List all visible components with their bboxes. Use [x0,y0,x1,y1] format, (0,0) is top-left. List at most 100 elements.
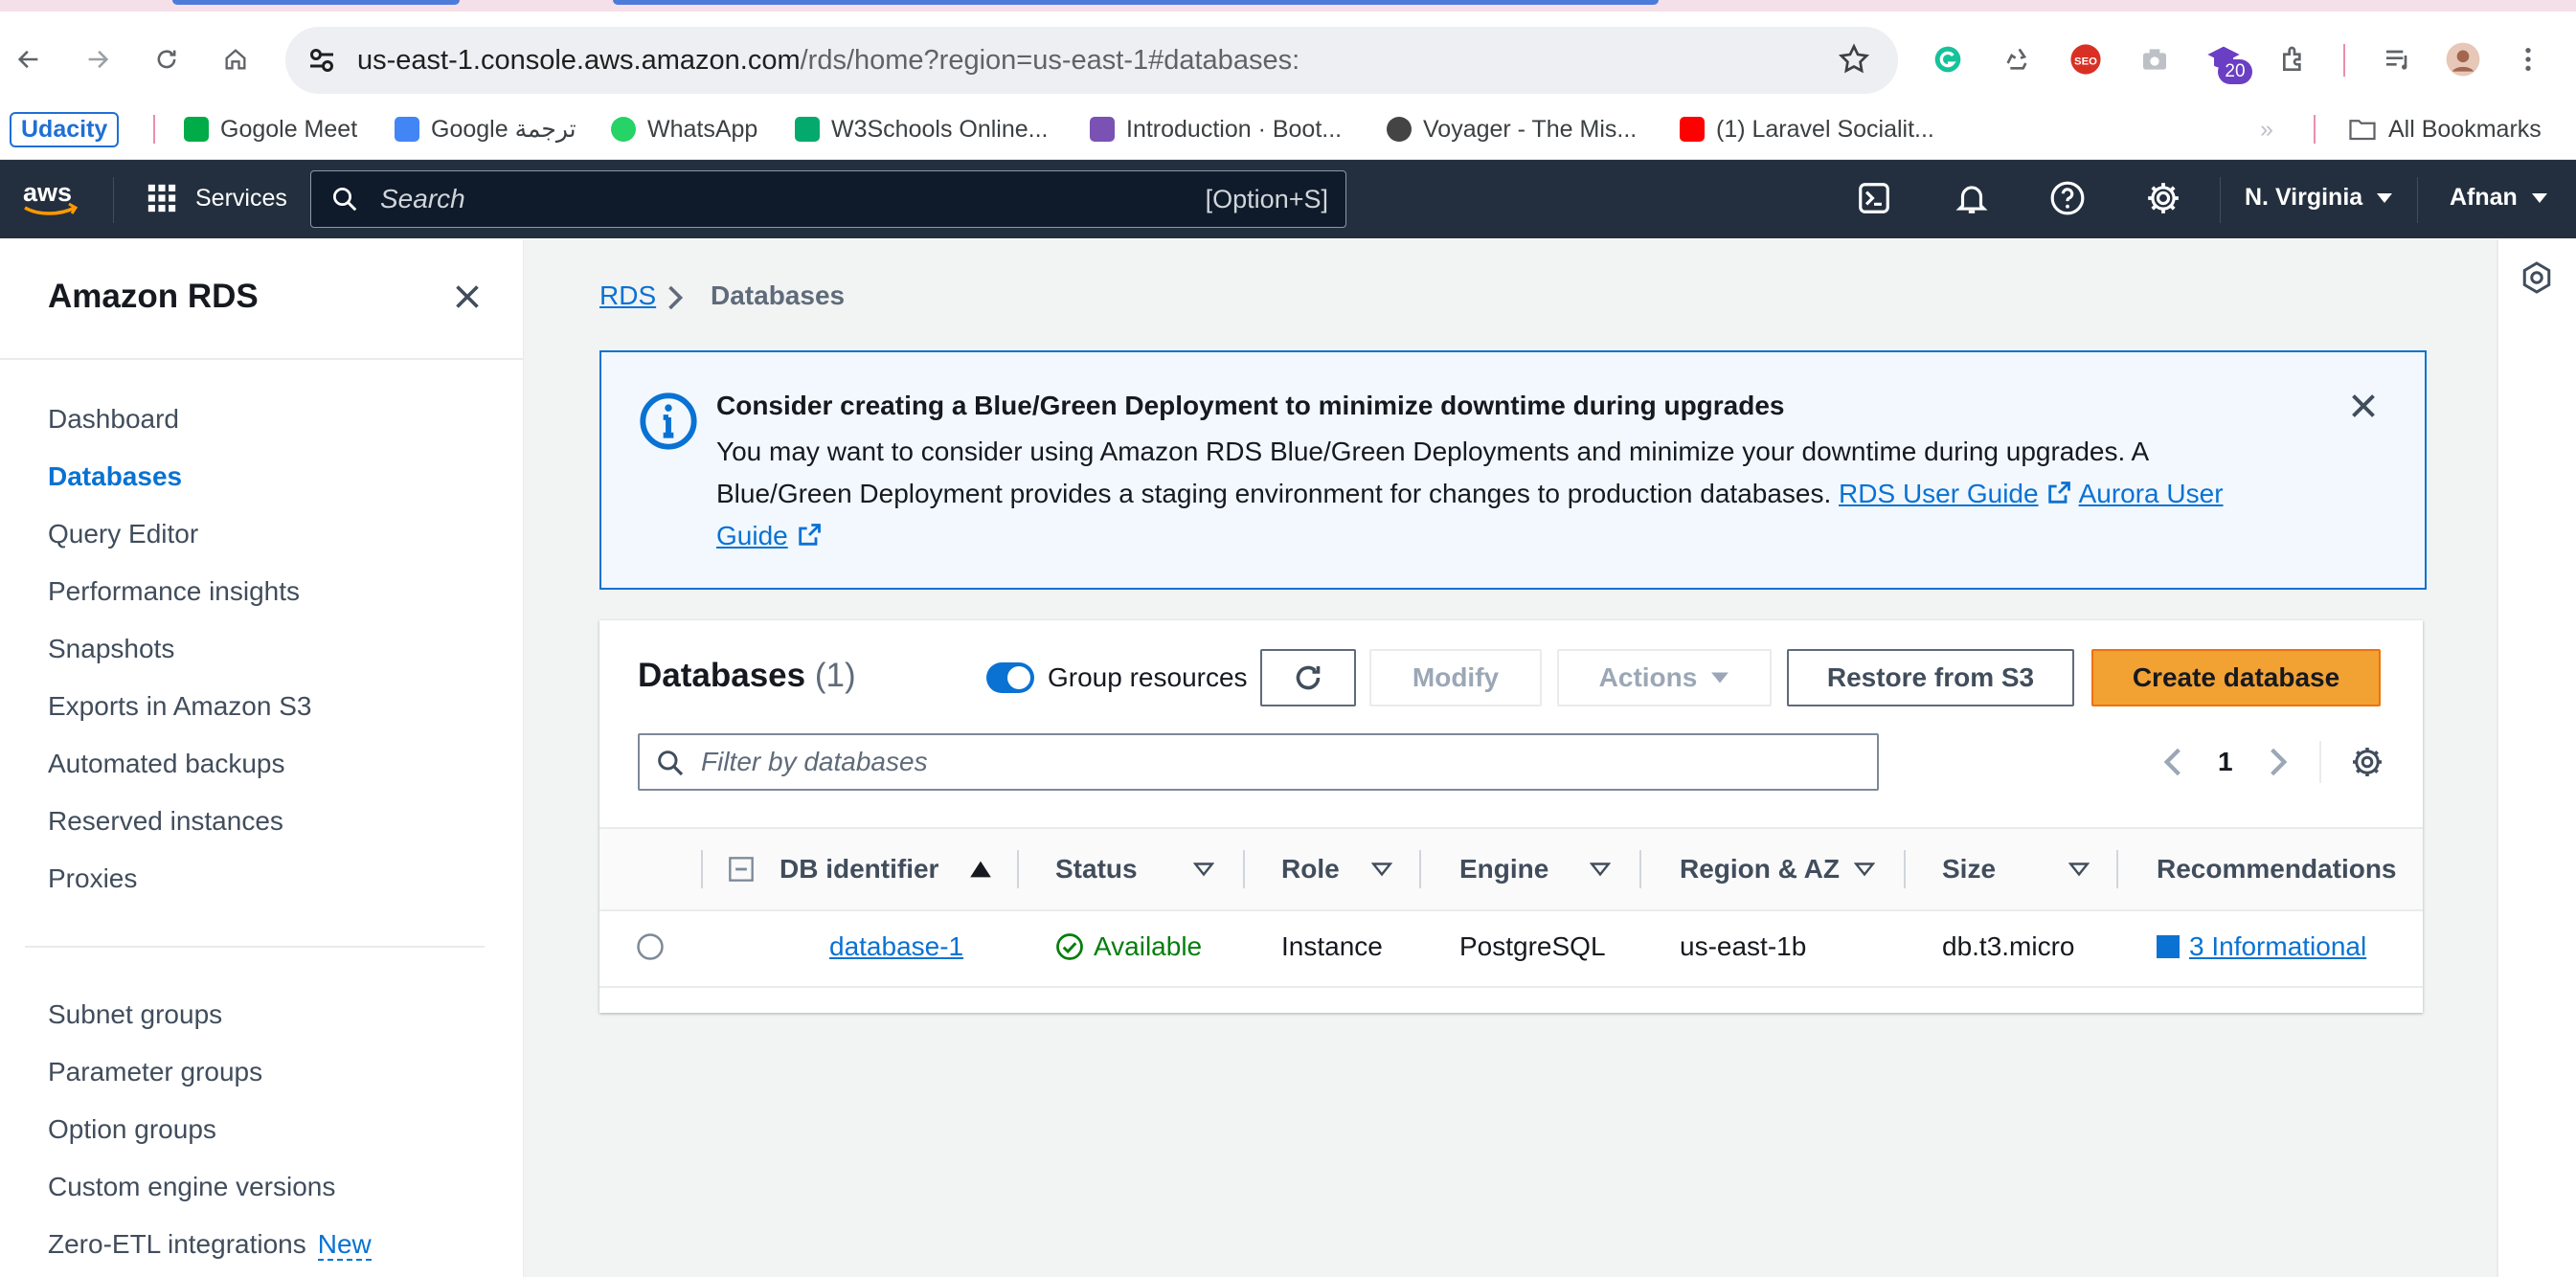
reload-icon[interactable] [147,40,186,78]
sort-icon[interactable] [1854,862,1875,877]
home-icon[interactable] [216,40,255,78]
bookmark-whatsapp[interactable]: WhatsApp [611,100,757,159]
bookmark-laravel[interactable]: (1) Laravel Socialit... [1680,100,1934,159]
bookmark-w3schools[interactable]: W3Schools Online... [795,100,1049,159]
row-radio-button[interactable] [636,932,665,961]
cloudshell-icon[interactable] [1856,180,1892,216]
sidenav-item-query-editor[interactable]: Query Editor [48,519,198,549]
sort-icon[interactable] [1590,862,1611,877]
seo-extension-icon[interactable]: SEO [2067,40,2105,78]
new-badge: New [317,1229,372,1261]
group-resources-toggle[interactable] [986,662,1034,693]
svg-text:aws: aws [23,178,72,207]
column-recommendations[interactable]: Recommendations [2157,829,2397,909]
column-separator [1017,850,1019,888]
bookmark-voyager[interactable]: Voyager - The Mis... [1387,100,1637,159]
aws-search-input[interactable]: Search [Option+S] [310,170,1346,228]
column-role[interactable]: Role [1281,829,1340,909]
sort-icon[interactable] [1193,862,1214,877]
table-row[interactable]: database-1 Available Instance PostgreSQL… [599,907,2423,988]
sidenav-item-automated-backups[interactable]: Automated backups [48,749,285,779]
w3schools-icon [795,117,820,142]
next-page-icon[interactable] [2266,746,2291,778]
sidenav-item-dashboard[interactable]: Dashboard [48,404,179,435]
bookmark-star-icon[interactable] [1837,42,1871,77]
recommendations-link[interactable]: 3 Informational [2189,907,2366,986]
sort-icon[interactable] [1371,862,1392,877]
bookmark-google-meet[interactable]: Gogole Meet [184,100,357,159]
sidenav-item-exports-s3[interactable]: Exports in Amazon S3 [48,691,311,722]
aurora-user-guide-link-cont[interactable]: Guide [716,521,788,550]
bookmark-google-translate[interactable]: Google ترجمة [395,100,576,159]
extension-badge: 20 [2218,59,2252,84]
reading-list-icon[interactable] [2379,40,2417,78]
grammarly-icon[interactable] [1929,40,1967,78]
caret-down-icon [2377,192,2393,203]
browser-tab-active[interactable] [613,0,1659,5]
help-icon[interactable] [2049,180,2086,216]
all-bookmarks[interactable]: All Bookmarks [2348,100,2542,159]
refresh-button[interactable] [1260,649,1356,706]
camera-extension-icon[interactable] [2135,40,2174,78]
close-sidenav-icon[interactable] [450,280,485,314]
site-info-icon[interactable] [305,43,339,78]
sidenav-item-proxies[interactable]: Proxies [48,863,137,894]
column-separator [1639,850,1641,888]
sidenav-item-parameter-groups[interactable]: Parameter groups [48,1057,262,1087]
sort-ascending-icon[interactable] [969,860,992,879]
dismiss-flash-icon[interactable] [2346,389,2381,423]
sidenav-item-performance-insights[interactable]: Performance insights [48,576,300,607]
column-engine[interactable]: Engine [1459,829,1548,909]
forward-icon[interactable] [79,40,117,78]
url-text[interactable]: us-east-1.console.aws.amazon.com/rds/hom… [357,27,1299,94]
restore-from-s3-button[interactable]: Restore from S3 [1787,649,2074,706]
cell-db-identifier[interactable]: database-1 [829,907,963,986]
sidenav-item-zero-etl[interactable]: Zero-ETL integrations New [48,1229,372,1261]
rds-user-guide-link[interactable]: RDS User Guide [1839,479,2039,508]
aws-logo[interactable]: aws [21,178,80,218]
browser-tab-inactive[interactable] [172,0,460,5]
sidenav-item-databases[interactable]: Databases [48,461,182,492]
settings-gear-icon[interactable] [2145,180,2181,216]
browser-menu-icon[interactable] [2509,40,2547,78]
sidenav-header-divider [0,358,523,360]
cell-region-az: us-east-1b [1680,931,1807,961]
sidenav-item-subnet-groups[interactable]: Subnet groups [48,999,222,1030]
previous-page-icon[interactable] [2160,746,2185,778]
actions-label: Actions [1598,662,1698,692]
create-database-button[interactable]: Create database [2091,649,2381,706]
column-region-az[interactable]: Region & AZ [1680,829,1840,909]
breadcrumb-rds[interactable]: RDS [599,280,656,311]
recycle-extension-icon[interactable] [1998,40,2036,78]
account-menu[interactable]: Afnan [2450,184,2548,212]
extensions-puzzle-icon[interactable] [2275,40,2314,78]
actions-dropdown[interactable]: Actions [1557,649,1772,706]
sidenav-item-reserved-instances[interactable]: Reserved instances [48,806,283,837]
aurora-user-guide-link[interactable]: Aurora User [2079,479,2224,508]
cell-recommendations[interactable]: 3 Informational [2157,907,2366,986]
bookmark-bootstrap[interactable]: Introduction · Boot... [1090,100,1342,159]
services-menu[interactable]: Services [146,182,287,214]
bookmarks-overflow-chevron[interactable]: » [2260,100,2273,159]
sidenav-item-custom-engine-versions[interactable]: Custom engine versions [48,1172,335,1202]
notifications-bell-icon[interactable] [1954,180,1990,216]
region-selector[interactable]: N. Virginia [2245,184,2393,212]
db-identifier-link[interactable]: database-1 [829,931,963,961]
address-bar[interactable]: us-east-1.console.aws.amazon.com/rds/hom… [285,27,1898,94]
bookmark-udacity[interactable]: Udacity [10,100,120,159]
current-page-number[interactable]: 1 [2218,747,2233,777]
table-preferences-gear-icon[interactable] [2350,745,2384,779]
sidenav-item-snapshots[interactable]: Snapshots [48,634,174,664]
group-collapse-icon[interactable] [728,856,755,883]
sort-icon[interactable] [2068,862,2090,877]
modify-button[interactable]: Modify [1369,649,1542,706]
tools-panel-icon[interactable] [2520,260,2554,295]
services-label: Services [195,184,287,212]
filter-databases-input[interactable]: Filter by databases [638,733,1879,791]
profile-avatar-icon[interactable] [2444,40,2482,78]
column-status[interactable]: Status [1055,829,1138,909]
column-db-identifier[interactable]: DB identifier [780,829,938,909]
column-size[interactable]: Size [1942,829,1996,909]
back-icon[interactable] [10,40,48,78]
sidenav-item-option-groups[interactable]: Option groups [48,1114,216,1145]
